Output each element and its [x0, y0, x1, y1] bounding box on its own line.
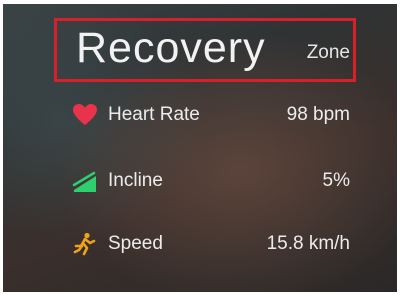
- metric-row-heart-rate: Heart Rate 98 bpm: [72, 100, 350, 130]
- metric-value: 5%: [322, 170, 350, 191]
- metric-row-incline: Incline 5%: [72, 166, 350, 196]
- metric-value: 15.8 km/h: [266, 233, 350, 254]
- metric-value: 98 bpm: [286, 104, 350, 125]
- incline-icon: [72, 171, 96, 192]
- metric-label: Incline: [108, 170, 163, 191]
- left-border: [0, 0, 3, 295]
- treadmill-display: Recovery Zone Heart Rate 98 bpm Incline …: [0, 0, 400, 295]
- zone-title: Recovery: [76, 24, 266, 72]
- metric-label: Speed: [108, 233, 163, 254]
- top-border: [0, 0, 400, 4]
- metric-label: Heart Rate: [108, 104, 200, 125]
- runner-icon: [73, 232, 96, 256]
- zone-label: Zone: [306, 42, 350, 63]
- metric-row-speed: Speed 15.8 km/h: [72, 229, 350, 259]
- heart-icon: [73, 104, 97, 125]
